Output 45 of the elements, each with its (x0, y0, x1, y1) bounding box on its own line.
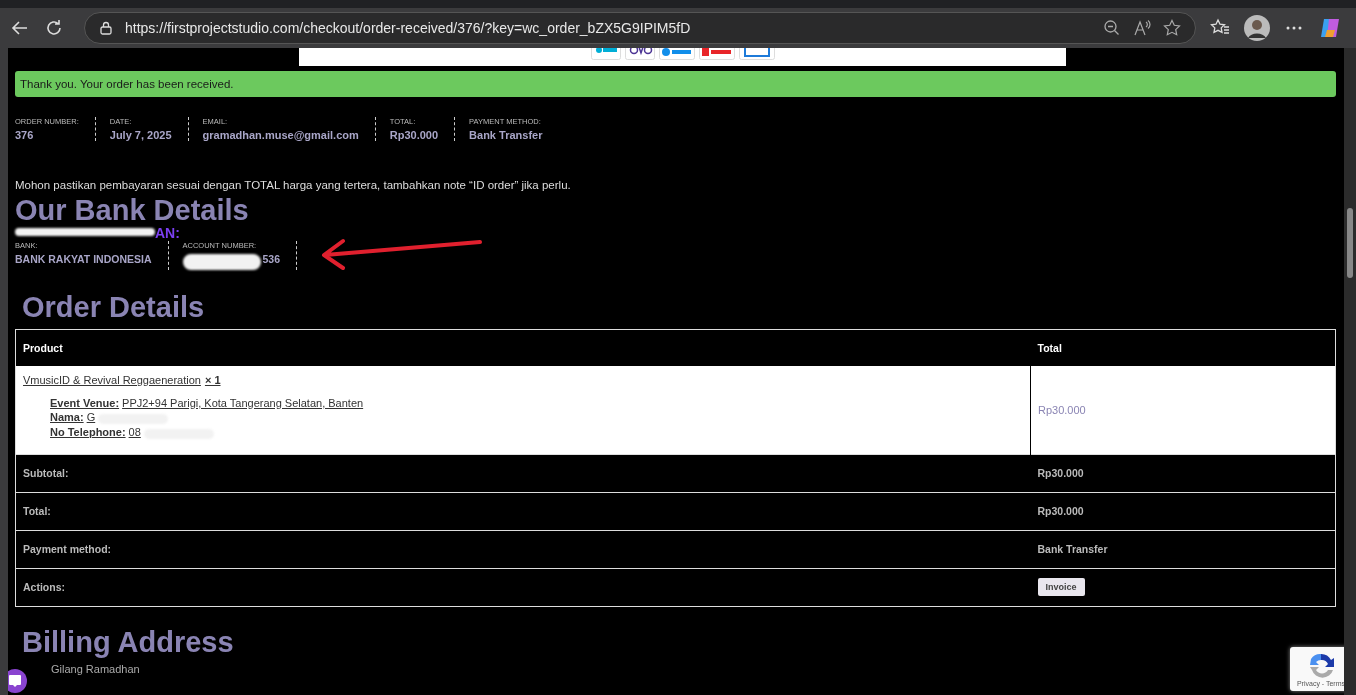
profile-avatar-icon[interactable] (1244, 15, 1270, 41)
address-bar[interactable]: https://firstprojectstudio.com/checkout/order-received/376/?key=wc_order_bZX5G9IPIM5fD (84, 12, 1196, 44)
meta-value: G (86, 410, 96, 424)
account-name: AN: (155, 225, 180, 242)
billing-name: Gilang Ramadhan (51, 663, 140, 676)
totals-label: Total: (15, 492, 1031, 531)
overview-value: 376 (15, 129, 35, 141)
product-quantity: × 1 (204, 373, 221, 386)
zoom-out-icon[interactable] (1103, 19, 1121, 37)
payment-instruction: Mohon pastikan pembayaran sesuai dengan TOTAL harga yang tertera, tambahkan note “ID order” jika perlu. (15, 179, 572, 191)
url-text: https://firstprojectstudio.com/checkout/order-received/376/?key=wc_order_bZX5G9IPIM5fD (125, 20, 691, 36)
bank-field-value: 536 (262, 253, 281, 266)
chat-icon (8, 674, 22, 688)
meta-value: PPJ2+94 Parigi, Kota Tangerang Selatan, Banten (122, 396, 364, 409)
bank-field-value: BANK RAKYAT INDONESIA (15, 253, 152, 266)
billing-address-heading: Billing Address (22, 626, 234, 658)
overview-value: gramadhan.muse@gmail.com (202, 129, 359, 141)
product-link[interactable]: VmusicID & Revival Reggaeneration (23, 373, 201, 386)
meta-label: Event Venue: (50, 396, 120, 409)
totals-value: Bank Transfer (1030, 530, 1336, 569)
item-total: Rp30.000 (1030, 365, 1336, 455)
overview-value: Bank Transfer (469, 129, 543, 141)
bank-details-heading: Our Bank Details (15, 195, 249, 226)
totals-value: Rp30.000 (1030, 492, 1336, 531)
read-aloud-icon[interactable] (1133, 19, 1151, 37)
chat-button[interactable] (8, 669, 27, 693)
totals-label: Subtotal: (15, 454, 1031, 493)
order-received-notice: Thank you. Your order has been received. (15, 71, 1336, 97)
meta-label: No Telephone: (50, 425, 126, 439)
meta-value: 08 (128, 425, 141, 439)
recaptcha-icon (1307, 651, 1335, 679)
reload-icon[interactable] (44, 18, 64, 38)
overview-value: July 7, 2025 (109, 129, 172, 141)
lock-icon[interactable] (99, 21, 113, 35)
totals-value: Rp30.000 (1030, 454, 1336, 493)
meta-label: Nama: (50, 410, 84, 424)
totals-label: Payment method: (15, 530, 1031, 569)
invoice-button[interactable]: Invoice (1037, 578, 1085, 597)
column-header: Total (1030, 329, 1336, 366)
column-header: Product (15, 329, 1031, 366)
overview-value: Rp30.000 (389, 129, 439, 141)
copilot-icon[interactable] (1318, 16, 1342, 40)
star-icon[interactable] (1163, 19, 1181, 37)
totals-label: Actions: (15, 568, 1031, 607)
order-details-heading: Order Details (22, 292, 205, 323)
